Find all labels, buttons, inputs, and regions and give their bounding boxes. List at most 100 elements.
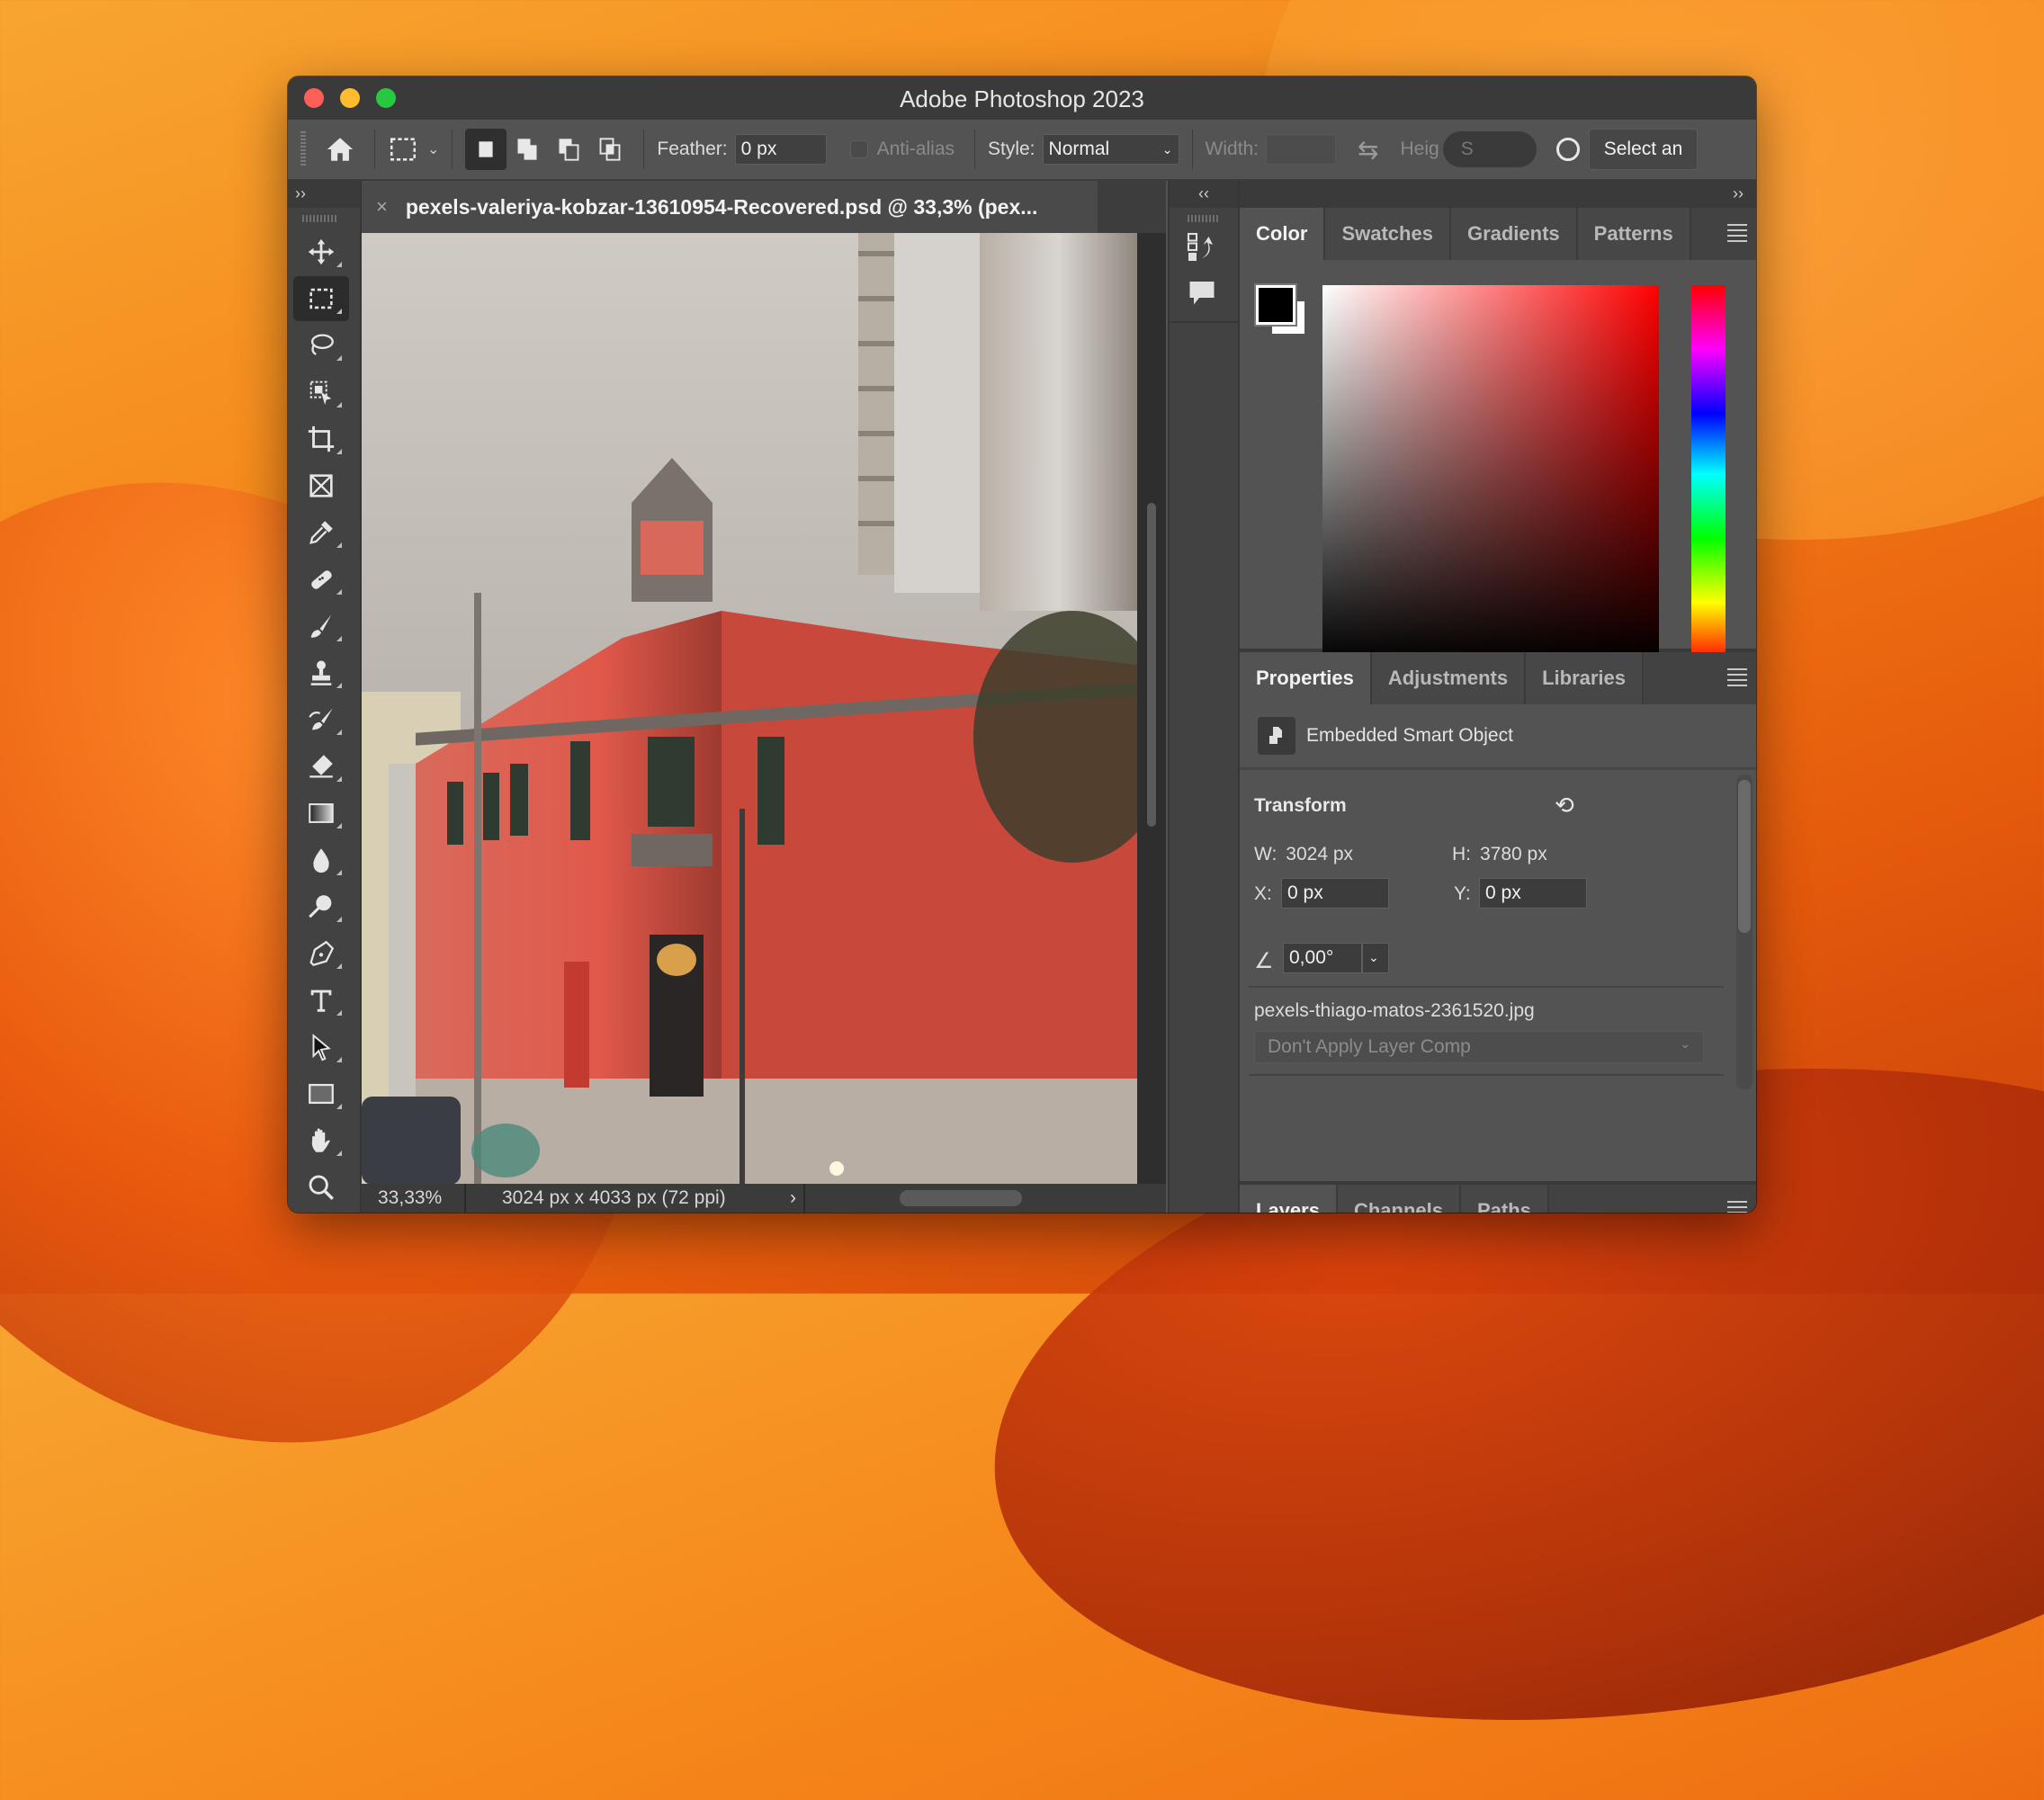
- tool-blur[interactable]: [293, 837, 349, 882]
- add-to-selection-button[interactable]: [507, 129, 548, 170]
- eyedropper-icon: [309, 521, 333, 544]
- tool-lasso[interactable]: [293, 323, 349, 368]
- collapse-right-panels-button[interactable]: ››: [1240, 181, 1756, 208]
- tab-layers[interactable]: Layers: [1240, 1185, 1338, 1213]
- layers-panel-tabs: Layers Channels Paths: [1240, 1185, 1756, 1213]
- panel-menu-icon[interactable]: [1727, 668, 1747, 690]
- horizontal-scroll-thumb[interactable]: [900, 1190, 1022, 1206]
- tool-clone-stamp[interactable]: [293, 650, 349, 695]
- vertical-scrollbar[interactable]: [1137, 233, 1166, 1185]
- car: [362, 1097, 461, 1185]
- add-selection-icon: [517, 139, 537, 160]
- search-icon[interactable]: [1555, 138, 1580, 161]
- tools-panel-grip[interactable]: [302, 215, 338, 222]
- options-bar-grip[interactable]: [300, 131, 306, 167]
- zoom-level[interactable]: 33,33%: [362, 1187, 464, 1209]
- gradient-icon: [309, 803, 334, 823]
- tab-patterns[interactable]: Patterns: [1577, 208, 1691, 260]
- zoom-icon: [309, 1175, 334, 1200]
- vertical-scroll-thumb[interactable]: [1147, 503, 1156, 827]
- angle-input[interactable]: [1283, 943, 1362, 973]
- close-document-icon[interactable]: ×: [376, 195, 388, 219]
- tool-path-selection[interactable]: [293, 1025, 349, 1070]
- tool-zoom[interactable]: [293, 1165, 349, 1210]
- swap-width-height-icon[interactable]: ⇆: [1358, 135, 1378, 165]
- tab-swatches[interactable]: Swatches: [1325, 208, 1451, 260]
- home-button[interactable]: [318, 134, 362, 165]
- style-select[interactable]: Normal ⌄: [1042, 134, 1179, 165]
- color-field[interactable]: [1322, 285, 1659, 663]
- tool-preset-picker[interactable]: ⌄: [388, 134, 439, 165]
- expand-tools-button[interactable]: ››: [288, 181, 360, 208]
- panel-grip[interactable]: [1188, 215, 1220, 222]
- tool-group-indicator: [336, 917, 342, 922]
- tab-color[interactable]: Color: [1240, 208, 1326, 260]
- angle-icon: ∠: [1254, 949, 1274, 973]
- document-tab[interactable]: × pexels-valeriya-kobzar-13610954-Recove…: [362, 181, 1098, 233]
- tab-adjustments[interactable]: Adjustments: [1371, 652, 1527, 704]
- history-icon: [1187, 232, 1213, 261]
- x-position-input[interactable]: [1281, 878, 1389, 909]
- tab-channels[interactable]: Channels: [1337, 1185, 1461, 1213]
- comments-button[interactable]: [1186, 276, 1218, 313]
- lamp-post: [474, 593, 481, 1185]
- panel-menu-icon[interactable]: [1727, 224, 1747, 246]
- panel-menu-icon[interactable]: [1727, 1201, 1747, 1213]
- foreground-color-swatch[interactable]: [1254, 283, 1297, 327]
- tab-properties[interactable]: Properties: [1240, 652, 1372, 704]
- antialias-checkbox[interactable]: [849, 140, 868, 158]
- select-subject-button[interactable]: Select an: [1588, 129, 1699, 170]
- move-icon: [308, 238, 335, 265]
- y-position-input[interactable]: [1479, 878, 1587, 909]
- tool-rectangle[interactable]: [293, 1071, 349, 1116]
- tool-healing-brush[interactable]: [293, 557, 349, 602]
- tool-group-indicator: [336, 1057, 342, 1062]
- reset-transform-icon[interactable]: ⟲: [1555, 792, 1574, 819]
- tool-type[interactable]: [293, 978, 349, 1023]
- history-button[interactable]: [1186, 231, 1218, 268]
- document-tab-bar: × pexels-valeriya-kobzar-13610954-Recove…: [362, 181, 1166, 233]
- tool-pen[interactable]: [293, 931, 349, 976]
- layer-comp-select[interactable]: Don't Apply Layer Comp ⌄: [1254, 1031, 1704, 1063]
- history-brush-icon: [309, 708, 333, 730]
- tool-crop[interactable]: [293, 416, 349, 461]
- tab-libraries[interactable]: Libraries: [1526, 652, 1645, 704]
- tool-eraser[interactable]: [293, 744, 349, 789]
- canvas[interactable]: [362, 233, 1137, 1185]
- chevron-down-icon: ⌄: [1161, 141, 1173, 157]
- transform-heading: Transform: [1254, 795, 1347, 816]
- tool-dodge[interactable]: [293, 884, 349, 929]
- tab-label: Channels: [1353, 1199, 1443, 1213]
- properties-panel: Embedded Smart Object Transform ⟲ W: 3024…: [1240, 704, 1756, 1185]
- w-value: 3024 px: [1286, 844, 1354, 864]
- tool-brush[interactable]: [293, 604, 349, 649]
- linked-filename: pexels-thiago-matos-2361520.jpg: [1254, 1000, 1535, 1021]
- path-selection-icon: [312, 1034, 331, 1061]
- tab-label: Layers: [1256, 1199, 1320, 1213]
- width-input[interactable]: [1266, 134, 1337, 165]
- height-input[interactable]: S: [1442, 131, 1537, 167]
- intersect-selection-button[interactable]: [589, 129, 631, 170]
- tool-frame[interactable]: [293, 463, 349, 508]
- tab-paths[interactable]: Paths: [1460, 1185, 1549, 1213]
- tool-gradient[interactable]: [293, 791, 349, 836]
- tool-history-brush[interactable]: [293, 697, 349, 742]
- feather-input[interactable]: [734, 134, 827, 165]
- tool-object-selection[interactable]: [293, 370, 349, 415]
- subtract-from-selection-button[interactable]: [548, 129, 589, 170]
- hue-slider[interactable]: [1691, 285, 1726, 663]
- tab-gradients[interactable]: Gradients: [1450, 208, 1578, 260]
- tool-rectangular-marquee[interactable]: [293, 276, 349, 321]
- expand-panels-button[interactable]: ‹‹: [1170, 181, 1238, 208]
- separator: [374, 130, 375, 169]
- tool-hand[interactable]: [293, 1118, 349, 1163]
- angle-dropdown[interactable]: ⌄: [1362, 943, 1389, 973]
- status-menu-arrow[interactable]: ›: [790, 1187, 796, 1209]
- properties-scroll-thumb[interactable]: [1738, 780, 1751, 933]
- tool-eyedropper[interactable]: [293, 510, 349, 555]
- separator: [1170, 321, 1238, 323]
- style-label: Style:: [988, 139, 1035, 159]
- new-selection-button[interactable]: [465, 129, 507, 170]
- x-label: X:: [1254, 883, 1272, 904]
- tool-move[interactable]: [293, 229, 349, 274]
